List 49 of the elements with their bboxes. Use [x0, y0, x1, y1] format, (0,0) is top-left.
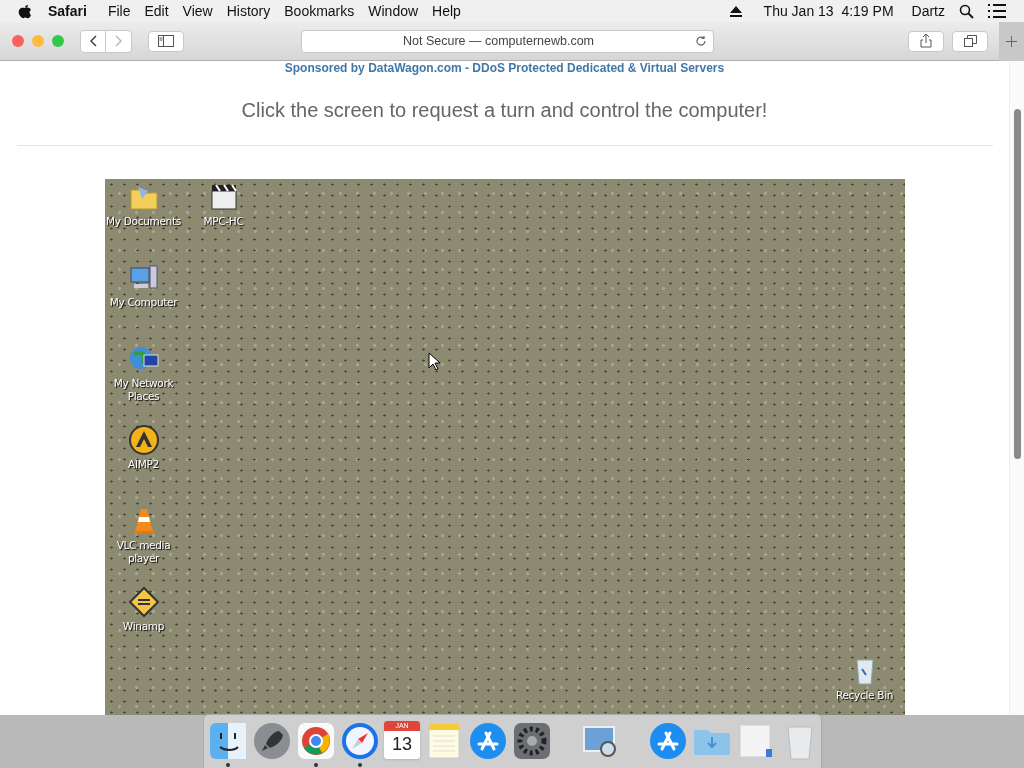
app-store-icon[interactable] — [648, 721, 688, 761]
menu-clock[interactable]: Thu Jan 13 4:19 PM — [763, 0, 894, 22]
desktop-icon-label[interactable]: AIMP2 — [128, 458, 159, 471]
desktop-icon-label[interactable]: MPC-HC — [203, 215, 244, 228]
plus-icon — [1006, 35, 1017, 47]
desktop-icon-label[interactable]: Winamp — [122, 620, 165, 633]
apple-logo-icon[interactable] — [18, 3, 32, 19]
menu-item[interactable]: File — [107, 0, 131, 22]
compass-icon[interactable] — [340, 721, 380, 761]
menu-item[interactable]: History — [226, 0, 271, 22]
eject-icon[interactable] — [729, 5, 742, 17]
desktop-icon-label[interactable]: My Network Places — [103, 377, 184, 403]
desktop-icon-label[interactable]: Recycle Bin — [835, 689, 894, 702]
menu-item[interactable]: View — [182, 0, 213, 22]
menu-item[interactable]: Edit — [144, 0, 169, 22]
share-button[interactable] — [908, 30, 944, 52]
tabs-button[interactable] — [952, 30, 988, 52]
address-text: Not Secure — computernewb.com — [401, 32, 596, 50]
overlapping-squares-icon — [963, 35, 977, 47]
list-icon[interactable] — [988, 4, 1006, 18]
menu-item[interactable]: Safari — [48, 0, 87, 22]
chrome-icon[interactable] — [296, 721, 336, 761]
scroll-thumb[interactable] — [1013, 109, 1021, 459]
scrollbar[interactable] — [1009, 61, 1024, 715]
address-bar[interactable]: Not Secure — computernewb.com — [301, 29, 714, 53]
sidebar-button[interactable] — [148, 30, 184, 52]
menu-item[interactable]: Help — [432, 0, 461, 22]
mouse-pointer-icon — [427, 352, 440, 371]
search-icon[interactable] — [959, 3, 974, 19]
page-heading: Click the screen to request a turn and control the computer! — [241, 98, 768, 123]
desktop-icon-label[interactable]: My Documents — [106, 215, 181, 228]
menu-item[interactable]: Bookmarks — [284, 0, 355, 22]
chevron-right-icon — [114, 35, 123, 47]
new-tab-button[interactable] — [999, 21, 1024, 61]
sidebar-icon — [158, 35, 174, 47]
user-name[interactable]: Dartz — [911, 0, 945, 22]
share-icon — [920, 34, 932, 48]
sponsor-link[interactable]: Sponsored by DataWagon.com - DDoS Protected Dedicated & Virtual Servers — [284, 61, 725, 75]
menu-item[interactable]: Window — [368, 0, 419, 22]
close-button[interactable] — [12, 35, 24, 47]
desktop-icon-label[interactable]: My Computer — [109, 296, 178, 309]
gear-icon[interactable] — [512, 721, 552, 761]
aimp-icon — [127, 424, 160, 456]
chevron-left-icon — [89, 35, 97, 47]
desktop-icon-label[interactable]: VLC media player — [103, 539, 184, 565]
reload-icon[interactable] — [695, 35, 707, 47]
remote-desktop-screen[interactable]: My Documents MPC-HC My Computer My Network Places AIMP2 VLC media player Winamp Recycle Bin — [104, 179, 905, 715]
calendar-day: 13 — [392, 731, 412, 757]
finder-face-icon[interactable] — [208, 721, 248, 761]
